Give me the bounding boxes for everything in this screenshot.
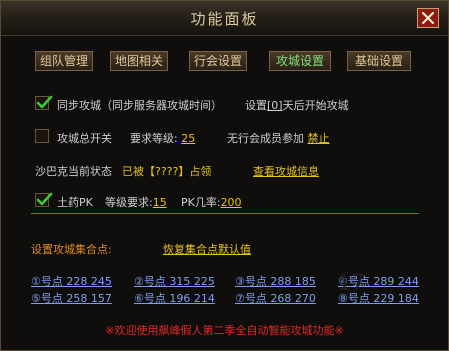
pk-level-label: 等级要求:	[105, 196, 153, 209]
sabak-status-row: 沙巴克当前状态	[35, 163, 112, 179]
window-title: 功能面板	[190, 10, 259, 28]
gather-point-3[interactable]: ③号点 288 185	[235, 273, 316, 289]
no-guild-row: 无行会成员参加 禁止	[227, 130, 330, 146]
sabak-status-suffix: 占领	[189, 165, 212, 178]
pk-level-value[interactable]: 15	[153, 196, 167, 209]
siege-master-switch-label: 攻城总开关	[57, 132, 112, 145]
sabak-owner: 【????】	[144, 165, 190, 178]
sabak-owner-row: 已被【????】占领	[122, 163, 211, 179]
pk-label: 土药PK	[57, 196, 93, 209]
gather-point-coords: 268 270	[270, 292, 316, 305]
sync-siege-label: 同步攻城	[57, 99, 101, 112]
gather-point-coords: 289 244	[373, 275, 419, 288]
pk-rate-label: PK几率:	[181, 196, 221, 209]
no-guild-label: 无行会成员参加	[227, 132, 304, 145]
gather-point-2[interactable]: ②号点 315 225	[134, 273, 215, 289]
section-divider	[31, 213, 419, 214]
pk-rate-value[interactable]: 200	[221, 196, 242, 209]
gather-point-coords: 196 214	[169, 292, 215, 305]
pk-row: 土药PK	[57, 194, 93, 210]
footer-banner: ※欢迎使用飙峰假人第二季全自动智能攻城功能※	[105, 324, 344, 337]
close-button[interactable]	[417, 8, 439, 28]
pk-checkbox[interactable]	[35, 192, 53, 207]
gather-point-label: ③号点	[235, 275, 267, 288]
gather-point-coords: 229 184	[373, 292, 419, 305]
close-icon	[421, 11, 435, 25]
tab-map[interactable]: 地图相关	[110, 51, 168, 71]
sabak-status-prefix: 已被	[122, 165, 144, 178]
siege-master-switch-checkbox[interactable]	[35, 129, 49, 143]
no-guild-value[interactable]: 禁止	[308, 132, 330, 145]
required-level-value[interactable]: 25	[181, 132, 195, 145]
watermark: 17	[337, 271, 365, 296]
gather-point-6[interactable]: ⑥号点 196 214	[134, 290, 215, 306]
tab-basic-settings[interactable]: 基础设置	[347, 51, 411, 71]
sync-siege-checkbox[interactable]	[35, 95, 53, 110]
sync-siege-row: 同步攻城（同步服务器攻城时间）	[57, 97, 222, 113]
gather-point-1[interactable]: ①号点 228 245	[31, 273, 112, 289]
view-siege-info-link[interactable]: 查看攻城信息	[253, 163, 319, 179]
checkmark-icon	[36, 192, 53, 206]
pk-rate-row: PK几率:200	[181, 194, 242, 210]
sync-days-value[interactable]: [0]	[267, 99, 283, 112]
gather-point-coords: 315 225	[169, 275, 215, 288]
required-level-row: 要求等级: 25	[130, 130, 195, 146]
sync-days-prefix: 设置	[245, 99, 267, 112]
siege-master-switch-row: 攻城总开关	[57, 130, 112, 146]
gather-point-label: ⑤号点	[31, 292, 63, 305]
gather-point-coords: 228 245	[66, 275, 112, 288]
gather-point-coords: 258 157	[66, 292, 112, 305]
sabak-status-label: 沙巴克当前状态	[35, 165, 112, 178]
gather-point-coords: 288 185	[270, 275, 316, 288]
gather-point-7[interactable]: ⑦号点 268 270	[235, 290, 316, 306]
sync-days-suffix: 天后开始攻城	[282, 99, 349, 112]
tab-siege-settings[interactable]: 攻城设置	[269, 51, 331, 71]
reset-gather-points-link[interactable]: 恢复集合点默认值	[163, 241, 251, 257]
tab-guild-settings[interactable]: 行会设置	[189, 51, 247, 71]
pk-level-row: 等级要求:15	[105, 194, 167, 210]
tab-team-management[interactable]: 组队管理	[35, 51, 93, 71]
gather-points-label: 设置攻城集合点:	[31, 243, 112, 256]
gather-point-label: ②号点	[134, 275, 166, 288]
sync-days-row: 设置[0]天后开始攻城	[245, 97, 349, 113]
gather-point-label: ⑦号点	[235, 292, 267, 305]
sync-siege-hint: （同步服务器攻城时间）	[101, 99, 222, 112]
title-bar[interactable]: 功能面板	[1, 1, 448, 36]
required-level-label: 要求等级:	[130, 132, 178, 145]
gather-point-label: ①号点	[31, 275, 63, 288]
gather-point-5[interactable]: ⑤号点 258 157	[31, 290, 112, 306]
gather-point-label: ⑥号点	[134, 292, 166, 305]
function-panel: 功能面板 组队管理 地图相关 行会设置 攻城设置 基础设置 同步攻城（同步服务器…	[0, 0, 449, 351]
checkmark-icon	[36, 95, 53, 109]
